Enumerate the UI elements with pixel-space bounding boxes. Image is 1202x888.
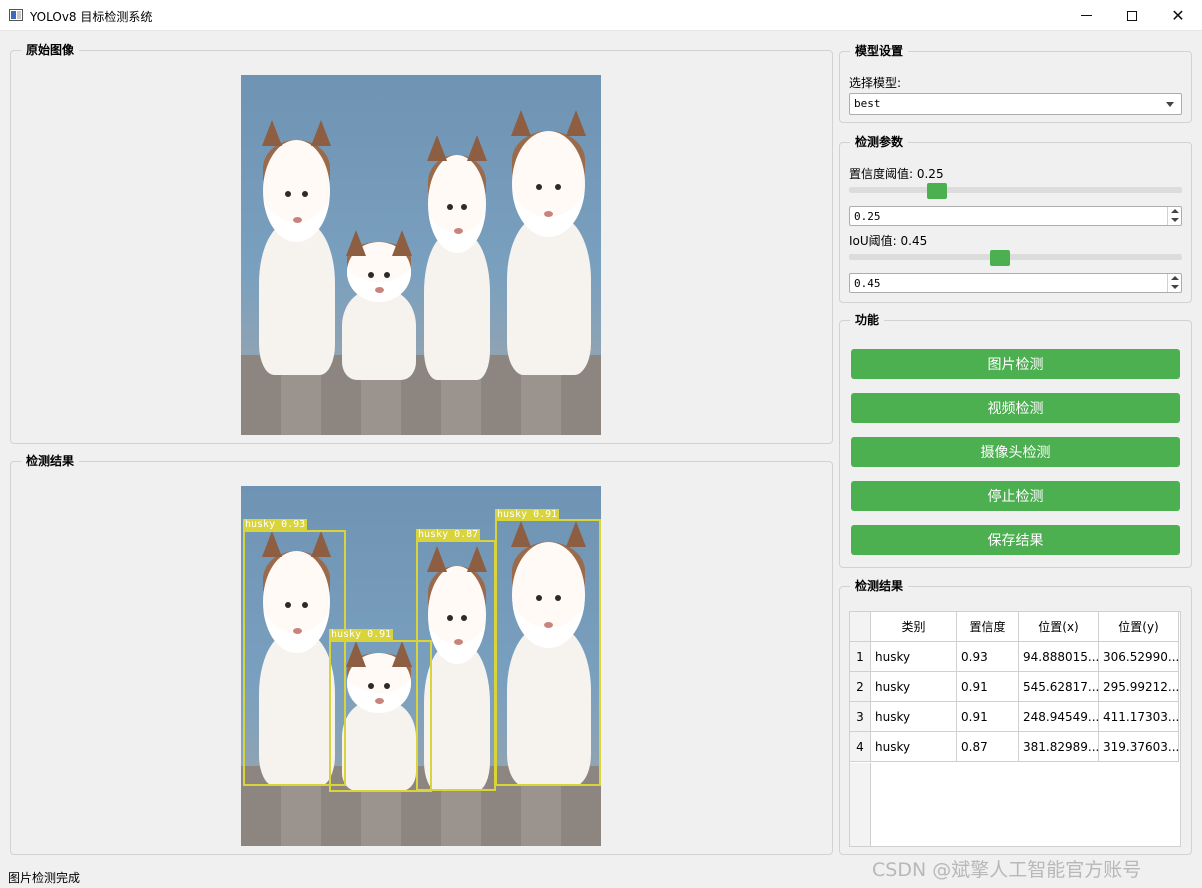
spin-up-icon[interactable] (1171, 209, 1179, 213)
detection-label: husky 0.93 (243, 519, 308, 530)
confidence-value: 0.25 (854, 210, 881, 223)
table-cell[interactable]: 411.17303... (1099, 702, 1179, 732)
original-image-title: 原始图像 (21, 41, 80, 59)
table-cell[interactable]: 94.888015... (1019, 642, 1099, 672)
video-detect-button[interactable]: 视频检测 (851, 393, 1180, 423)
maximize-icon (1127, 10, 1137, 21)
model-select[interactable]: best (849, 93, 1182, 115)
chevron-down-icon (1166, 102, 1174, 107)
column-header-class[interactable]: 类别 (871, 612, 957, 642)
confidence-slider[interactable] (849, 187, 1182, 193)
camera-detect-button[interactable]: 摄像头检测 (851, 437, 1180, 467)
title-bar: YOLOv8 目标检测系统 ✕ (0, 0, 1202, 31)
close-button[interactable]: ✕ (1155, 0, 1201, 31)
table-cell[interactable]: 248.94549... (1019, 702, 1099, 732)
window-title: YOLOv8 目标检测系统 (30, 10, 153, 24)
save-results-button[interactable]: 保存结果 (851, 525, 1180, 555)
spin-up-icon[interactable] (1171, 276, 1179, 280)
iou-label: IoU阈值: 0.45 (849, 234, 928, 248)
puppy-graphic (416, 135, 498, 380)
results-table[interactable]: 类别 置信度 位置(x) 位置(y) 1 husky 0.93 94.88801… (849, 611, 1181, 847)
results-table-title: 检测结果 (850, 577, 909, 595)
spin-down-icon[interactable] (1171, 285, 1179, 289)
table-corner[interactable] (850, 612, 871, 642)
detection-label: husky 0.87 (416, 529, 481, 540)
table-cell[interactable]: 545.62817... (1019, 672, 1099, 702)
detection-box (416, 540, 496, 791)
column-header-x[interactable]: 位置(x) (1019, 612, 1099, 642)
row-header[interactable]: 2 (850, 672, 871, 702)
detection-label: husky 0.91 (329, 629, 394, 640)
puppy-graphic (333, 230, 425, 380)
model-settings-title: 模型设置 (850, 42, 909, 60)
table-cell[interactable]: 0.93 (957, 642, 1019, 672)
table-cell[interactable]: husky (871, 672, 957, 702)
status-bar-text: 图片检测完成 (8, 871, 81, 885)
puppy-graphic (496, 110, 601, 375)
row-header[interactable]: 4 (850, 732, 871, 762)
confidence-label: 置信度阈值: 0.25 (849, 167, 944, 181)
row-header-filler (850, 763, 871, 846)
maximize-button[interactable] (1109, 0, 1155, 31)
table-cell[interactable]: 295.99212... (1099, 672, 1179, 702)
table-cell[interactable]: 319.37603... (1099, 732, 1179, 762)
table-cell[interactable]: 381.82989... (1019, 732, 1099, 762)
detection-params-title: 检测参数 (850, 133, 909, 151)
column-header-y[interactable]: 位置(y) (1099, 612, 1179, 642)
confidence-slider-handle[interactable] (927, 183, 947, 199)
app-icon (9, 9, 23, 21)
result-image-title: 检测结果 (21, 452, 80, 470)
functions-title: 功能 (850, 311, 885, 329)
model-select-value: best (854, 97, 881, 110)
column-header-confidence[interactable]: 置信度 (957, 612, 1019, 642)
table-cell[interactable]: husky (871, 732, 957, 762)
minimize-icon (1080, 15, 1092, 16)
spin-down-icon[interactable] (1171, 218, 1179, 222)
iou-slider-handle[interactable] (990, 250, 1010, 266)
table-cell[interactable]: 0.91 (957, 702, 1019, 732)
detection-box (495, 519, 601, 786)
puppy-graphic (249, 120, 344, 375)
table-cell[interactable]: husky (871, 642, 957, 672)
minimize-button[interactable] (1063, 0, 1109, 31)
iou-slider[interactable] (849, 254, 1182, 260)
image-detect-button[interactable]: 图片检测 (851, 349, 1180, 379)
stop-detect-button[interactable]: 停止检测 (851, 481, 1180, 511)
detection-label: husky 0.91 (495, 509, 560, 520)
close-icon: ✕ (1171, 6, 1185, 25)
result-image: husky 0.93 husky 0.91 husky 0.87 husky 0… (241, 486, 601, 846)
table-cell[interactable]: husky (871, 702, 957, 732)
iou-value: 0.45 (854, 277, 881, 290)
table-cell[interactable]: 0.91 (957, 672, 1019, 702)
confidence-spinbox[interactable]: 0.25 (849, 206, 1182, 226)
iou-spinbox[interactable]: 0.45 (849, 273, 1182, 293)
watermark-text: CSDN @斌擎人工智能官方账号 (872, 859, 1142, 881)
spin-buttons[interactable] (1167, 274, 1181, 292)
row-header[interactable]: 3 (850, 702, 871, 732)
select-model-label: 选择模型: (849, 76, 902, 90)
spin-buttons[interactable] (1167, 207, 1181, 225)
table-cell[interactable]: 0.87 (957, 732, 1019, 762)
row-header[interactable]: 1 (850, 642, 871, 672)
table-cell[interactable]: 306.52990... (1099, 642, 1179, 672)
original-image (241, 75, 601, 435)
